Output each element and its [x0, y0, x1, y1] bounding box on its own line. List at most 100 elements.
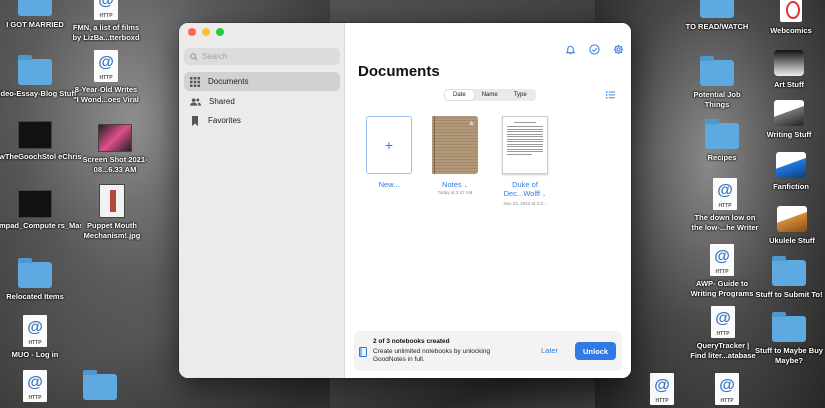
folder-icon	[772, 312, 806, 342]
app-icon	[774, 50, 804, 76]
desktop-item[interactable]: Relocated Items	[0, 258, 81, 302]
desktop-item[interactable]: @ HTTP 8-Year-Old Writes "I Wond...oes Vi…	[60, 50, 152, 105]
chevron-down-icon[interactable]: ⌄	[464, 183, 468, 189]
http-file-icon: @ HTTP	[94, 50, 118, 82]
http-file-icon: @ HTTP	[650, 373, 674, 405]
desktop-item[interactable]: Art Stuff	[743, 50, 825, 90]
notebook-date: Today at 2:47 AM	[437, 190, 473, 195]
sidebar-item-documents[interactable]: Documents	[184, 72, 340, 91]
app-icon	[774, 100, 804, 126]
notebook-tile[interactable]: Duke of Dec...Wolff ⌄ Nov 22, 2022 at 3:…	[497, 116, 553, 206]
desktop-item-label: Stuff to Maybe Buy Maybe?	[755, 346, 823, 365]
sidebar-item-label: Favorites	[208, 116, 241, 125]
toolbar	[565, 44, 624, 55]
grid-icon	[190, 76, 200, 87]
notebook-title-text: Duke of Dec...Wolff	[503, 180, 541, 198]
documents-pane: Documents Date Name Type + New... ★ Note…	[345, 23, 631, 378]
list-view-icon[interactable]	[606, 91, 615, 99]
notebook-cover: ★	[432, 116, 478, 174]
desktop-item-label: Art Stuff	[774, 80, 804, 89]
gear-icon[interactable]	[613, 44, 624, 55]
notebook-title-text: Notes	[442, 180, 462, 189]
folder-icon	[700, 0, 734, 18]
desktop-item[interactable]: Stuff to Maybe Buy Maybe?	[743, 312, 825, 366]
unlock-button[interactable]: Unlock	[575, 342, 616, 360]
notebook-date: Nov 22, 2022 at 3:3...	[503, 201, 547, 206]
desktop-item[interactable]: Webcomics	[745, 0, 825, 36]
folder-icon	[18, 0, 52, 16]
sort-segmented-control: Date Name Type	[444, 89, 536, 101]
desktop-item[interactable]: Stuff to Submit To!	[743, 256, 825, 300]
people-icon	[190, 97, 201, 106]
sidebar-item-favorites[interactable]: Favorites	[184, 111, 340, 130]
desktop-item[interactable]: Ukulele Stuff	[746, 206, 825, 246]
sort-type-button[interactable]: Type	[506, 90, 535, 100]
app-icon	[777, 206, 807, 232]
sidebar-item-label: Documents	[208, 77, 249, 86]
http-file-icon: @ HTTP	[715, 373, 739, 405]
video-thumbnail-icon	[18, 190, 52, 218]
app-icon	[776, 152, 806, 178]
sidebar-item-label: Shared	[209, 97, 235, 106]
folder-icon	[705, 119, 739, 149]
new-notebook-tile[interactable]: + New...	[366, 116, 412, 189]
desktop-item[interactable]: @ HTTP FMN, a list of films by LizBa...tt…	[60, 0, 152, 43]
page-title: Documents	[358, 63, 440, 80]
desktop-item[interactable]: Puppet Mouth Mechanism!.jpg	[66, 184, 158, 241]
notebook-title: Duke of Dec...Wolff ⌄	[497, 180, 553, 200]
later-button[interactable]: Later	[541, 346, 558, 355]
bookmark-icon	[192, 115, 198, 126]
desktop-item[interactable]: Writing Stuff	[743, 100, 825, 140]
notebook-tile[interactable]: ★ Notes ⌄ Today at 2:47 AM	[432, 116, 478, 195]
http-file-icon: @ HTTP	[713, 178, 737, 210]
desktop-item-label: Potential Job Things	[693, 90, 741, 109]
desktop-item-label: Puppet Mouth Mechanism!.jpg	[83, 221, 141, 240]
desktop-item-label: MUO - Log in	[11, 350, 59, 359]
search-icon	[190, 52, 198, 61]
http-file-icon: @ HTTP	[710, 244, 734, 276]
pdf-thumbnail	[502, 116, 548, 174]
desktop-item-label: Ukulele Stuff	[769, 236, 815, 245]
desktop-item[interactable]: @ HTTP MUO - Log in	[0, 315, 81, 360]
desktop-item-label: Screen Shot 2021-08...6.33 AM	[82, 155, 148, 174]
folder-icon	[772, 256, 806, 286]
sort-date-button[interactable]: Date	[445, 90, 474, 100]
image-thumbnail-icon	[99, 184, 125, 218]
notebook-title: New...	[378, 180, 400, 189]
desktop-item[interactable]	[54, 370, 146, 404]
desktop-item-label: FMN, a list of films by LizBa...tterboxd	[72, 23, 140, 42]
search-field[interactable]	[184, 48, 340, 65]
upgrade-banner: 2 of 3 notebooks created Create unlimite…	[354, 331, 622, 371]
desktop-item[interactable]: Screen Shot 2021-08...6.33 AM	[69, 124, 161, 175]
desktop-item[interactable]: Fanfiction	[745, 152, 825, 192]
plus-icon: +	[366, 116, 412, 174]
desktop-item-label: Stuff to Submit To!	[755, 290, 823, 299]
banner-heading: 2 of 3 notebooks created	[373, 338, 450, 345]
bell-icon[interactable]	[565, 44, 576, 55]
notebook-icon	[359, 347, 367, 357]
folder-icon	[83, 370, 117, 400]
video-thumbnail-icon	[18, 121, 52, 149]
http-file-icon: @ HTTP	[23, 315, 47, 347]
desktop-item-label: Relocated Items	[6, 292, 64, 301]
folder-icon	[18, 258, 52, 288]
sidebar-item-shared[interactable]: Shared	[184, 92, 340, 111]
desktop-item-label: Webcomics	[770, 26, 812, 35]
search-input[interactable]	[202, 52, 332, 61]
checkmark-circle-icon[interactable]	[589, 44, 600, 55]
app-icon	[780, 0, 802, 22]
image-thumbnail-icon	[98, 124, 132, 152]
star-icon[interactable]: ★	[468, 119, 475, 128]
folder-icon	[18, 55, 52, 85]
close-window-button[interactable]	[188, 28, 196, 36]
http-file-icon: @ HTTP	[94, 0, 118, 20]
window-controls	[188, 28, 224, 36]
desktop-item-label: Writing Stuff	[766, 130, 812, 139]
http-file-icon: @ HTTP	[23, 370, 47, 402]
chevron-down-icon[interactable]: ⌄	[542, 192, 546, 198]
desktop-item[interactable]: @ HTTP	[681, 373, 773, 408]
minimize-window-button[interactable]	[202, 28, 210, 36]
sort-name-button[interactable]: Name	[474, 90, 506, 100]
http-file-icon: @ HTTP	[711, 306, 735, 338]
zoom-window-button[interactable]	[216, 28, 224, 36]
